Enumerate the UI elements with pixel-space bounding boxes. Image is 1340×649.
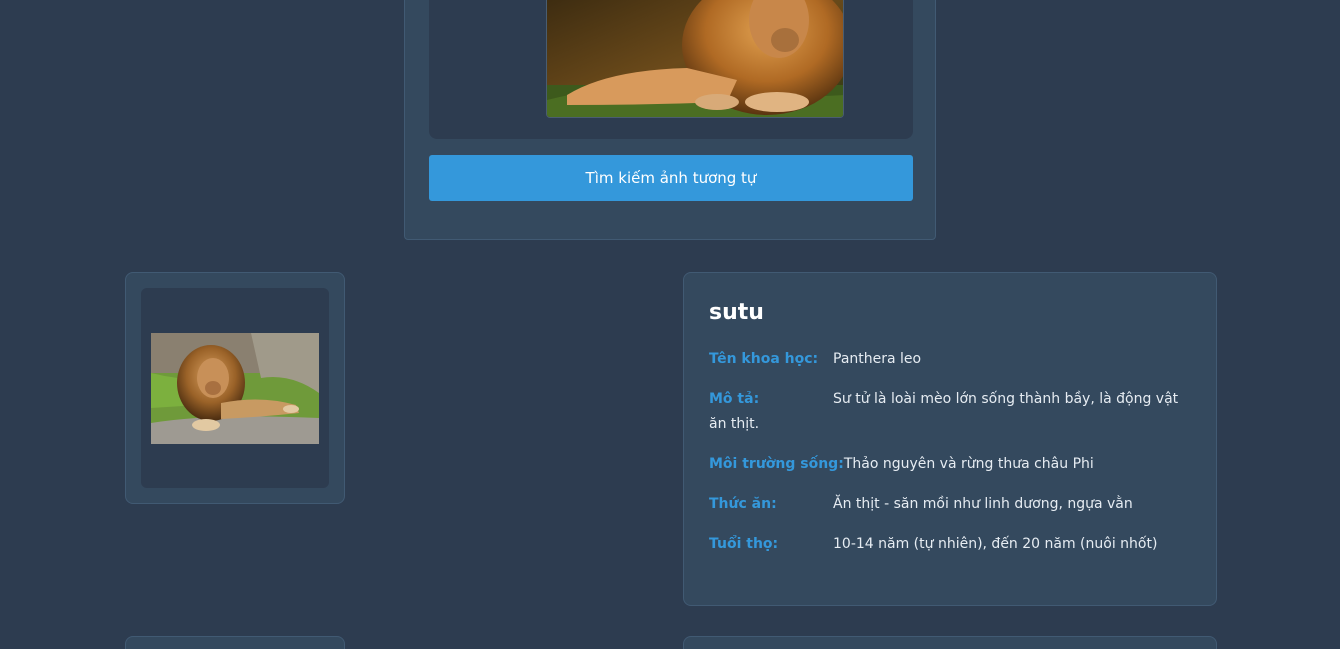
thumbnail-frame (141, 288, 329, 488)
info-value: Ăn thịt - săn mồi như linh dương, ngựa v… (833, 496, 1133, 512)
page: Tìm kiếm ảnh tương tự sutu Tên khoa học:… (0, 0, 1340, 649)
info-label: Mô tả: (709, 391, 760, 407)
lion-thumbnail-photo (151, 333, 319, 444)
info-label: Tên khoa học: (709, 351, 819, 367)
info-label: Thức ăn: (709, 496, 777, 512)
info-row-lifespan: Tuổi thọ: 10-14 năm (tự nhiên), đến 20 nă… (709, 532, 1191, 557)
query-lion-image (546, 0, 844, 118)
info-row-scientific-name: Tên khoa học: Panthera leo (709, 347, 1191, 372)
info-value: Thảo nguyên và rừng thưa châu Phi (843, 456, 1094, 472)
info-value: Panthera leo (833, 351, 922, 367)
info-label: Tuổi thọ: (709, 536, 779, 552)
search-similar-button[interactable]: Tìm kiếm ảnh tương tự (429, 155, 913, 201)
result-lion-image[interactable] (151, 333, 319, 444)
info-row-habitat: Môi trường sống:Thảo nguyên và rừng thưa… (709, 452, 1191, 477)
next-result-thumbnail-card[interactable] (125, 636, 345, 649)
species-info-card: sutu Tên khoa học: Panthera leo Mô tả: Sư … (683, 272, 1217, 606)
lion-photo (547, 0, 843, 117)
info-row-description: Mô tả: Sư tử là loài mèo lớn sống thành b… (709, 387, 1191, 437)
result-thumbnail-card[interactable] (125, 272, 345, 504)
species-name: sutu (709, 300, 764, 325)
info-value: 10-14 năm (tự nhiên), đến 20 năm (nuôi n… (833, 536, 1158, 552)
query-image-preview (429, 0, 913, 139)
info-row-diet: Thức ăn: Ăn thịt - săn mồi như linh dương… (709, 492, 1191, 517)
upload-card: Tìm kiếm ảnh tương tự (404, 0, 936, 240)
info-label: Môi trường sống: (709, 456, 844, 472)
next-species-info-card (683, 636, 1217, 649)
